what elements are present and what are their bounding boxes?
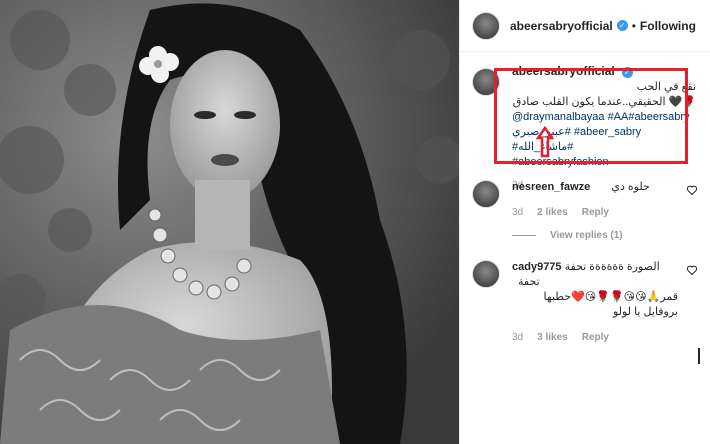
following-button[interactable]: Following [640, 19, 696, 33]
arrow-up-icon [535, 126, 555, 158]
comment-likes[interactable]: 3 likes [537, 330, 568, 345]
comment-time[interactable]: 3d [512, 205, 523, 220]
commenter-avatar[interactable] [472, 180, 500, 208]
comment-text-line-3: بروفايل يا لولو [612, 306, 678, 318]
reply-button[interactable]: Reply [582, 330, 609, 345]
author-avatar[interactable] [472, 11, 500, 40]
separator-dot: • [631, 18, 636, 33]
highlight-box [494, 68, 688, 164]
like-heart-icon[interactable] [686, 184, 698, 196]
comment-item: nesreen_fawze حلوه دي 3d 2 likes Reply [472, 180, 698, 220]
replies-divider-line [512, 235, 536, 236]
post-sidebar: abeersabryofficial ✓ • Following abeersa… [459, 0, 710, 444]
comment-username[interactable]: cady9775 [512, 261, 562, 273]
post-header: abeersabryofficial ✓ • Following [460, 0, 710, 52]
like-heart-icon[interactable] [686, 264, 698, 276]
portrait-image [0, 0, 459, 444]
comment-time[interactable]: 3d [512, 330, 523, 345]
reply-button[interactable]: Reply [582, 205, 609, 220]
commenter-avatar[interactable] [472, 260, 500, 288]
verified-badge-icon: ✓ [616, 20, 628, 31]
comment-likes[interactable]: 2 likes [537, 205, 568, 220]
scrollbar-marker[interactable] [698, 348, 700, 364]
post-photo[interactable] [0, 0, 459, 444]
view-replies-label[interactable]: View replies (1) [550, 230, 623, 241]
author-username[interactable]: abeersabryofficial [510, 19, 613, 33]
comment-text-line-2: قمر🙏😘😘🌹🌹😘❤️حطبها [543, 291, 678, 303]
comment-username[interactable]: nesreen_fawze [512, 181, 590, 193]
comment-text: حلوه دي [611, 181, 650, 193]
view-replies-button[interactable]: View replies (1) [512, 230, 623, 241]
comment-item: cady9775 الصورة ةةةةةة تحفة تحفة قمر🙏😘😘🌹… [472, 260, 698, 345]
